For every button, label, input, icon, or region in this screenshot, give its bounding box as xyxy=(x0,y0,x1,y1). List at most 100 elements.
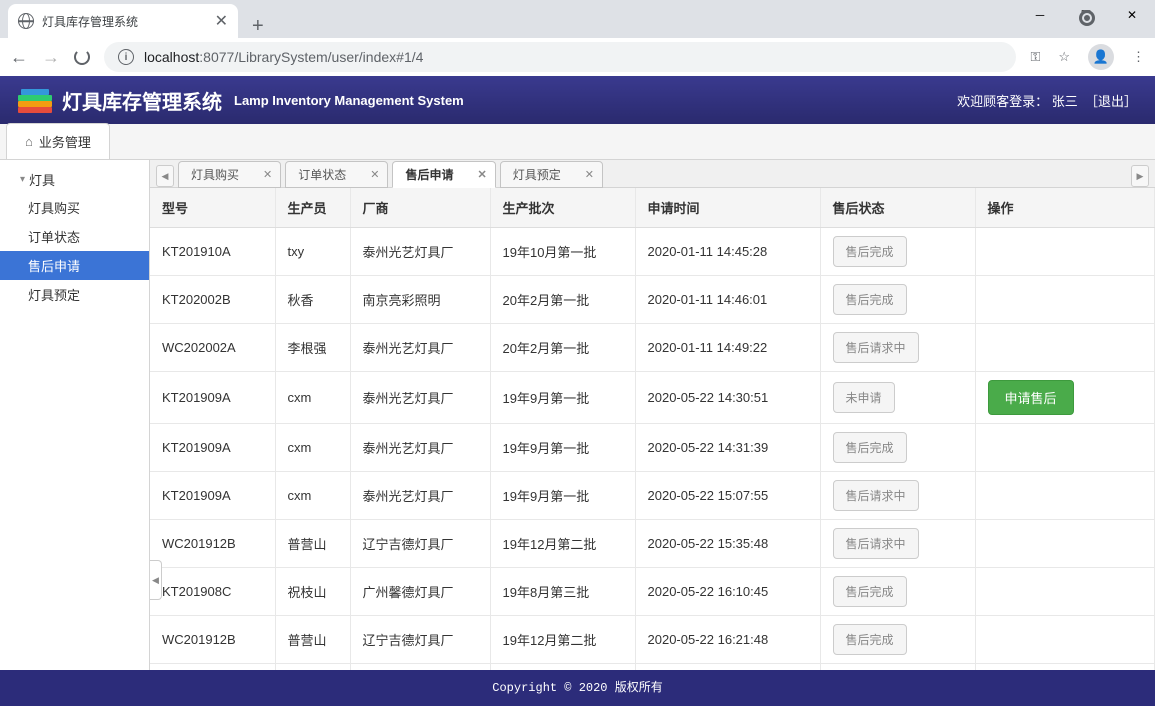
cell-model: WC202002A xyxy=(150,324,275,372)
cell-time: 2020-01-11 14:46:01 xyxy=(635,276,820,324)
profile-dot-icon[interactable] xyxy=(1079,10,1095,26)
sidebar-item-1[interactable]: 订单状态 xyxy=(0,222,149,251)
table-row: WC202002A李根强泰州光艺灯具厂20年2月第一批2020-01-11 14… xyxy=(150,324,1155,372)
window-minimize[interactable]: ─ xyxy=(1017,0,1063,30)
cell-model: KT202002B xyxy=(150,276,275,324)
status-badge: 售后完成 xyxy=(833,236,907,267)
cell-producer: 李根强 xyxy=(275,324,350,372)
back-button[interactable]: ← xyxy=(10,47,28,68)
inner-tab-2[interactable]: 售后申请 xyxy=(392,161,495,188)
table-row: KT201909Acxm泰州光艺灯具厂19年9月第一批2020-05-22 15… xyxy=(150,472,1155,520)
tab-scroll-right[interactable]: ▶ xyxy=(1131,165,1149,187)
module-tab-bar: ⌂ 业务管理 xyxy=(0,124,1155,160)
tree-root-lamp[interactable]: ▾ 灯具 xyxy=(0,166,149,193)
status-badge: 售后请求中 xyxy=(833,528,919,559)
cell-action xyxy=(975,520,1155,568)
logout-link[interactable]: ［退出］ xyxy=(1085,94,1137,109)
apply-aftersale-button[interactable]: 申请售后 xyxy=(988,380,1074,415)
cell-model: KT201909A xyxy=(150,472,275,520)
status-badge: 售后完成 xyxy=(833,624,907,655)
cell-time: 2020-05-22 16:10:45 xyxy=(635,568,820,616)
content-area: ▾ 灯具 灯具购买订单状态售后申请灯具预定 ◀ ◀ 灯具购买订单状态售后申请灯具… xyxy=(0,160,1155,670)
reload-icon xyxy=(74,49,90,65)
cell-model: WC201912B xyxy=(150,616,275,664)
chevron-down-icon: ▾ xyxy=(20,174,25,185)
header-user-area: 欢迎顾客登录： 张三 ［退出］ xyxy=(957,91,1137,110)
sidebar-item-0[interactable]: 灯具购买 xyxy=(0,193,149,222)
logo-icon xyxy=(18,87,52,113)
cell-producer: 普营山 xyxy=(275,616,350,664)
browser-tab[interactable]: 灯具库存管理系统 ✕ xyxy=(8,4,238,38)
table-row: KT201908C祝枝山广州馨德灯具厂19年8月第三批2020-05-22 16… xyxy=(150,568,1155,616)
sidebar-item-2[interactable]: 售后申请 xyxy=(0,251,149,280)
cell-model: KT201910A xyxy=(150,228,275,276)
cell-action xyxy=(975,228,1155,276)
cell-producer: 祝枝山 xyxy=(275,568,350,616)
cell-batch: 20年2月第一批 xyxy=(490,276,635,324)
module-tab-label: 业务管理 xyxy=(39,132,91,151)
address-bar[interactable]: i localhost:8077/LibrarySystem/user/inde… xyxy=(104,42,1016,72)
sidebar: ▾ 灯具 灯具购买订单状态售后申请灯具预定 xyxy=(0,160,150,670)
cell-status: 售后完成 xyxy=(820,568,975,616)
menu-icon[interactable]: ⋮ xyxy=(1132,49,1145,65)
inner-tab-0[interactable]: 灯具购买 xyxy=(178,161,281,188)
col-header-3: 生产批次 xyxy=(490,188,635,228)
table-row: WC201912B普营山辽宁吉德灯具厂19年12月第二批2020-05-22 1… xyxy=(150,520,1155,568)
star-icon[interactable]: ☆ xyxy=(1058,49,1070,65)
close-icon[interactable] xyxy=(370,168,379,181)
cell-producer: txy xyxy=(275,228,350,276)
cell-batch: 19年12月第二批 xyxy=(490,520,635,568)
close-icon[interactable] xyxy=(477,168,486,181)
sidebar-collapse-handle[interactable]: ◀ xyxy=(150,560,162,600)
cell-model: YT201911A xyxy=(150,664,275,671)
browser-tab-close-icon[interactable]: ✕ xyxy=(215,11,228,31)
status-badge: 未申请 xyxy=(833,382,895,413)
cell-model: WC201912B xyxy=(150,520,275,568)
col-header-2: 厂商 xyxy=(350,188,490,228)
cell-action: 申请售后 xyxy=(975,372,1155,424)
username: 张三 xyxy=(1052,94,1078,109)
cell-action xyxy=(975,664,1155,671)
cell-batch: 19年8月第三批 xyxy=(490,568,635,616)
tree-root-label: 灯具 xyxy=(29,170,55,189)
new-tab-button[interactable]: + xyxy=(238,15,278,38)
main-panel: ◀ 灯具购买订单状态售后申请灯具预定 ▶ 型号生产员厂商生产批次申请时间售后状态… xyxy=(150,160,1155,670)
tab-scroll-left[interactable]: ◀ xyxy=(156,165,174,187)
inner-tab-3[interactable]: 灯具预定 xyxy=(500,161,603,188)
globe-icon xyxy=(18,13,34,29)
module-tab-business[interactable]: ⌂ 业务管理 xyxy=(6,123,110,159)
inner-tab-1[interactable]: 订单状态 xyxy=(285,161,388,188)
key-icon[interactable]: ⚿ xyxy=(1030,49,1040,65)
table-row: KT201910Atxy泰州光艺灯具厂19年10月第一批2020-01-11 1… xyxy=(150,228,1155,276)
cell-model: KT201908C xyxy=(150,568,275,616)
table-container[interactable]: 型号生产员厂商生产批次申请时间售后状态操作 KT201910Atxy泰州光艺灯具… xyxy=(150,188,1155,670)
cell-status: 未申请 xyxy=(820,372,975,424)
cell-status: 售后请求中 xyxy=(820,324,975,372)
col-header-0: 型号 xyxy=(150,188,275,228)
cell-maker: 泰州光艺灯具厂 xyxy=(350,324,490,372)
cell-batch: 19年12月第二批 xyxy=(490,616,635,664)
cell-status: 售后完成 xyxy=(820,228,975,276)
browser-tab-title: 灯具库存管理系统 xyxy=(42,13,207,30)
close-icon[interactable] xyxy=(263,168,272,181)
cell-maker: 泰州光艺灯具厂 xyxy=(350,424,490,472)
status-badge: 售后完成 xyxy=(833,576,907,607)
cell-maker: 泰州光艺灯具厂 xyxy=(350,372,490,424)
col-header-5: 售后状态 xyxy=(820,188,975,228)
cell-action xyxy=(975,616,1155,664)
cell-status: 售后请求中 xyxy=(820,520,975,568)
window-close[interactable]: ✕ xyxy=(1109,0,1155,30)
cell-producer: cxm xyxy=(275,372,350,424)
reload-button[interactable] xyxy=(74,49,90,65)
profile-avatar[interactable]: 👤 xyxy=(1088,44,1114,70)
forward-button[interactable]: → xyxy=(42,47,60,68)
status-badge: 售后完成 xyxy=(833,432,907,463)
app-title-cn: 灯具库存管理系统 xyxy=(62,86,222,115)
table-row: YT201911A林耀东辽宁吉德灯具厂19年11月第一批2020-05-22 1… xyxy=(150,664,1155,671)
cell-batch: 20年2月第一批 xyxy=(490,324,635,372)
cell-producer: 秋香 xyxy=(275,276,350,324)
site-info-icon[interactable]: i xyxy=(118,49,134,65)
close-icon[interactable] xyxy=(585,168,594,181)
cell-batch: 19年9月第一批 xyxy=(490,424,635,472)
sidebar-item-3[interactable]: 灯具预定 xyxy=(0,280,149,309)
